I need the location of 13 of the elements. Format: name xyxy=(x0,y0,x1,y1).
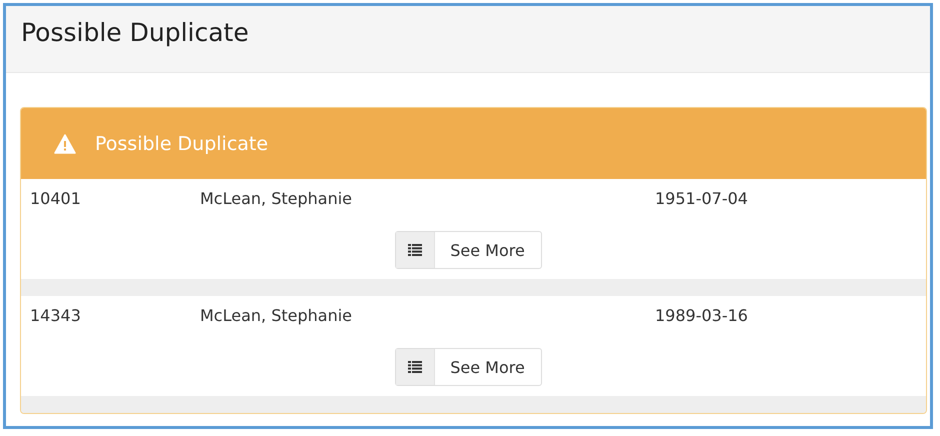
record-name: McLean, Stephanie xyxy=(200,189,353,210)
page-title: Possible Duplicate xyxy=(21,18,249,47)
record-date: 1989-03-16 xyxy=(655,306,748,327)
warning-icon xyxy=(54,134,76,154)
record-id: 14343 xyxy=(30,306,82,327)
see-more-button[interactable]: See More xyxy=(395,231,542,269)
list-icon xyxy=(408,244,422,256)
record-id: 10401 xyxy=(30,189,82,210)
panel-title: Possible Duplicate xyxy=(95,132,268,154)
record-name: McLean, Stephanie xyxy=(200,306,353,327)
list-icon xyxy=(408,361,422,373)
record-date: 1951-07-04 xyxy=(655,189,748,210)
see-more-button[interactable]: See More xyxy=(395,348,542,386)
